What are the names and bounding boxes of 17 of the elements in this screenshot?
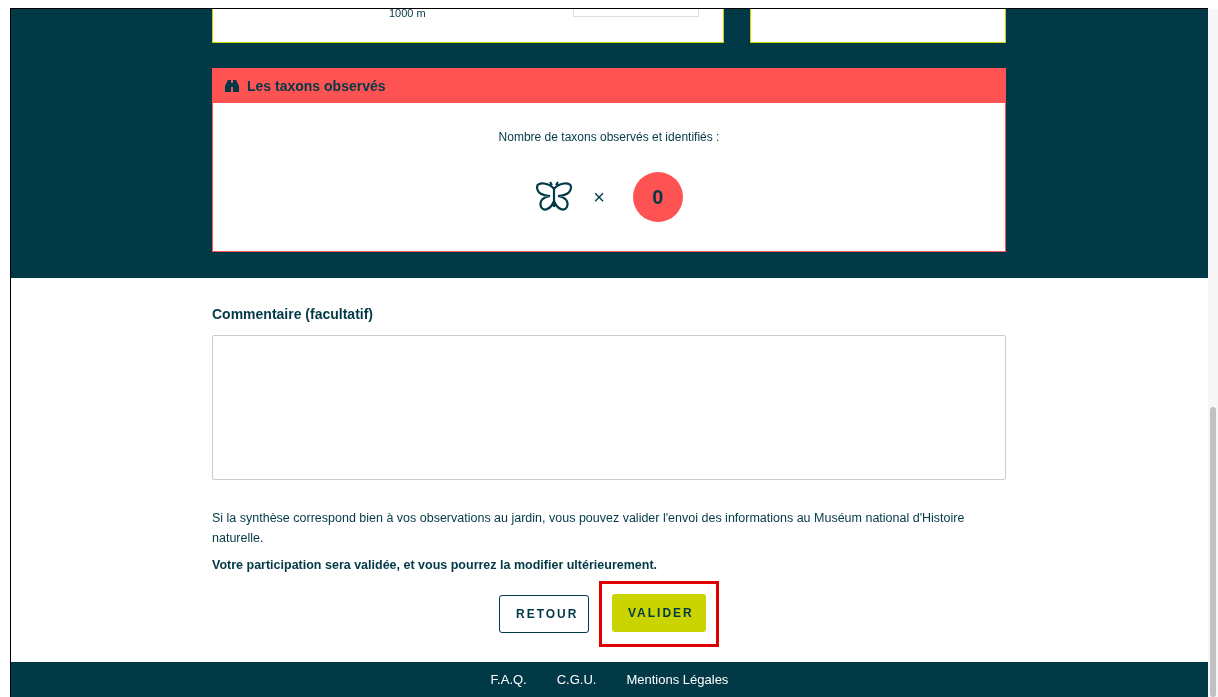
taxa-count-badge: 0 [632,172,683,222]
validate-button[interactable]: VALIDER [612,593,706,632]
multiply-sign: × [593,185,605,210]
input-field[interactable] [573,9,699,17]
comment-field[interactable] [212,335,1006,480]
footer-link[interactable]: Mentions Légales [626,669,729,690]
info-paragraph: Si la synthèse correspond bien à vos observations au jardin, vous pouvez valider l'envoi des informations au Muséum national d'Histoire naturelle. [212,510,966,547]
footer-link[interactable]: F.A.Q. [490,669,527,690]
distance-text: 1000 m [389,9,426,19]
footer-link[interactable]: C.G.U. [556,669,597,690]
butterfly-icon [535,181,574,213]
notice-text: Votre participation sera validée, et vous pourrez la modifier ultérieurement. [212,557,659,574]
taxa-count-label: Nombre de taxons observés et identifiés : [498,129,720,146]
panel-title: Les taxons observés [247,76,386,96]
back-button[interactable]: RETOUR [499,594,589,633]
comment-label: Commentaire (facultatif) [212,305,375,324]
binoculars-icon [225,80,239,92]
